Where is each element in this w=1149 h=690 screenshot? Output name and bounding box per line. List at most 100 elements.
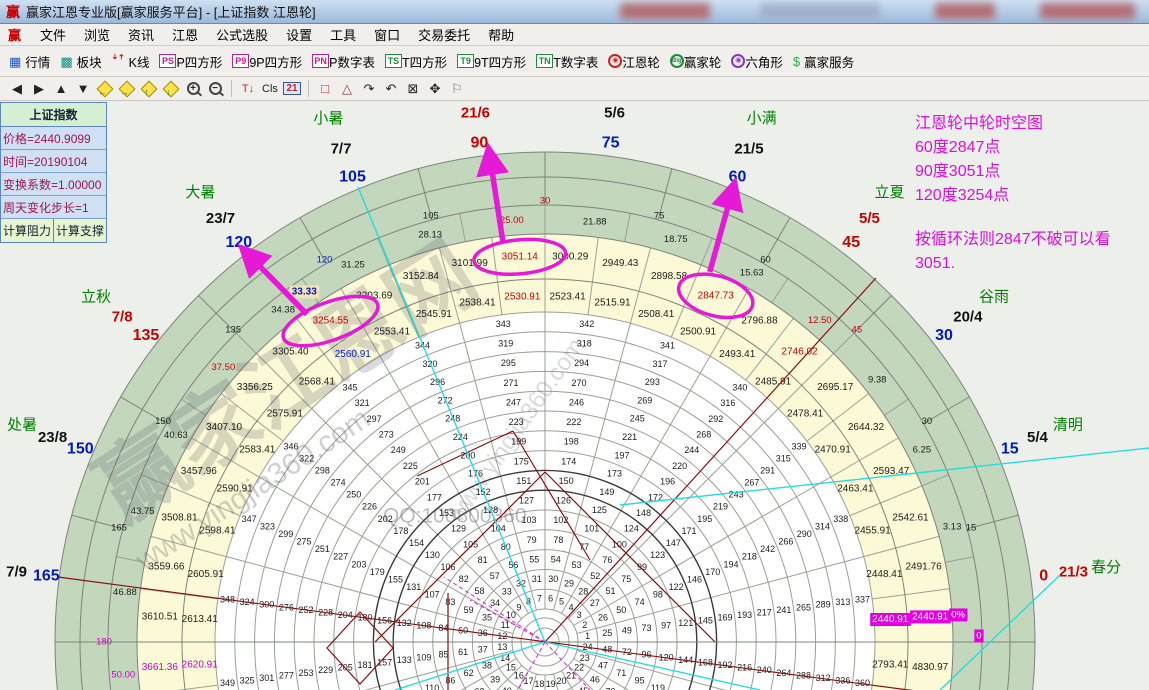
svg-text:3051.14: 3051.14: [502, 251, 539, 262]
flag-tool-button[interactable]: ⚐: [447, 79, 467, 98]
toolbar-button-K线[interactable]: ꜜꜛK线: [112, 52, 150, 71]
menu-item-设置[interactable]: 设置: [277, 23, 321, 46]
menu-item-资讯[interactable]: 资讯: [119, 23, 163, 46]
svg-text:219: 219: [713, 502, 728, 512]
triangle-tool-button[interactable]: △: [337, 79, 357, 98]
toolbar-label: 行情: [25, 52, 50, 71]
toolbar-button-六角形[interactable]: ◉六角形: [731, 52, 783, 71]
menu-item-交易委托[interactable]: 交易委托: [409, 23, 479, 46]
toolbar-button-P数字表[interactable]: PNP数字表: [312, 52, 375, 71]
svg-text:13: 13: [497, 642, 507, 652]
svg-text:3559.66: 3559.66: [148, 561, 185, 572]
svg-text:2530.91: 2530.91: [504, 291, 541, 302]
toolbar-button-行情[interactable]: ▦行情: [9, 52, 50, 71]
svg-text:194: 194: [724, 559, 739, 569]
svg-text:180: 180: [96, 637, 112, 648]
diamond-left-button[interactable]: ←: [95, 79, 115, 98]
svg-text:10: 10: [506, 610, 516, 620]
t-updown-button[interactable]: T↓: [238, 79, 258, 98]
forward-button[interactable]: ▶: [29, 79, 49, 98]
calc-support-button[interactable]: 计算支撑: [54, 219, 106, 242]
menu-item-浏览[interactable]: 浏览: [75, 23, 119, 46]
dollar-icon: $: [793, 55, 800, 68]
rotate-ccw-button[interactable]: ↶: [381, 79, 401, 98]
svg-text:133: 133: [397, 655, 412, 665]
svg-text:2560.91: 2560.91: [335, 349, 372, 360]
svg-text:245: 245: [630, 414, 645, 424]
svg-text:2440.91: 2440.91: [872, 614, 909, 625]
svg-text:22: 22: [574, 663, 584, 673]
toolbar-button-P四方形[interactable]: PSP四方形: [159, 52, 222, 71]
svg-text:323: 323: [260, 521, 275, 531]
svg-text:2949.43: 2949.43: [602, 258, 639, 269]
calendar-21-button[interactable]: 21: [282, 79, 302, 98]
toolbar-button-T数字表[interactable]: TNT数字表: [536, 52, 598, 71]
svg-text:150: 150: [67, 441, 94, 458]
svg-text:222: 222: [566, 417, 581, 427]
svg-text:171: 171: [682, 526, 697, 536]
quote-field: 价格=2440.9099: [1, 127, 106, 150]
resize-cross-button[interactable]: ✥: [425, 79, 445, 98]
svg-text:61: 61: [458, 647, 468, 657]
menu-item-窗口[interactable]: 窗口: [365, 23, 409, 46]
diamond-up-button[interactable]: ↑: [139, 79, 159, 98]
svg-text:86: 86: [445, 676, 455, 686]
menu-item-帮助[interactable]: 帮助: [479, 23, 523, 46]
menu-item-公式选股[interactable]: 公式选股: [207, 23, 277, 46]
toolbar-button-9P四方形[interactable]: P99P四方形: [232, 52, 302, 71]
blurred-region: [1040, 3, 1135, 19]
toolbar-button-江恩轮[interactable]: ◉江恩轮: [608, 52, 660, 71]
winner-wheel-icon: Big: [670, 54, 684, 68]
box-x-icon: ⊠: [408, 81, 419, 97]
zoom-in-button[interactable]: +: [183, 79, 203, 98]
svg-text:318: 318: [577, 339, 592, 349]
svg-text:2508.41: 2508.41: [638, 309, 675, 320]
svg-text:0: 0: [976, 630, 981, 641]
cursor-down-button[interactable]: ▼: [73, 79, 93, 98]
rotate-cw-button[interactable]: ↷: [359, 79, 379, 98]
svg-text:18: 18: [534, 679, 544, 689]
toolbar-separator: [308, 80, 309, 97]
svg-text:265: 265: [796, 602, 811, 612]
cursor-up-button[interactable]: ▲: [51, 79, 71, 98]
svg-text:2793.41: 2793.41: [872, 659, 909, 670]
svg-text:165: 165: [33, 568, 60, 585]
svg-text:29: 29: [564, 578, 574, 588]
rect-tool-button[interactable]: □: [315, 79, 335, 98]
svg-text:3661.36: 3661.36: [142, 662, 179, 673]
calc-resistance-button[interactable]: 计算阻力: [1, 219, 54, 242]
svg-text:342: 342: [579, 319, 594, 329]
resize-cross-icon: ✥: [430, 81, 441, 97]
svg-text:30: 30: [935, 327, 953, 344]
svg-text:5/5: 5/5: [859, 210, 880, 227]
toolbar-button-赢家轮[interactable]: Big赢家轮: [670, 52, 722, 71]
box-x-button[interactable]: ⊠: [403, 79, 423, 98]
svg-text:227: 227: [333, 552, 348, 562]
diamond-right-button[interactable]: →: [117, 79, 137, 98]
toolbar-button-T四方形[interactable]: TST四方形: [385, 52, 447, 71]
svg-text:60: 60: [729, 169, 747, 186]
back-button[interactable]: ◀: [7, 79, 27, 98]
toolbar-button-9T四方形[interactable]: T99T四方形: [457, 52, 526, 71]
cls-button[interactable]: Cls: [260, 79, 280, 98]
zoom-out-button[interactable]: −: [205, 79, 225, 98]
svg-text:5/6: 5/6: [604, 105, 625, 122]
toolbar-button-板块[interactable]: ▩板块: [60, 52, 101, 71]
svg-text:23/7: 23/7: [206, 210, 235, 227]
svg-text:2583.41: 2583.41: [239, 444, 276, 455]
svg-text:75: 75: [602, 135, 620, 152]
menu-logo-icon: 赢: [8, 25, 21, 44]
svg-text:201: 201: [415, 477, 430, 487]
svg-text:3610.51: 3610.51: [142, 611, 179, 622]
svg-text:70: 70: [606, 687, 616, 690]
toolbar-button-赢家服务[interactable]: $赢家服务: [793, 52, 854, 71]
menu-item-江恩[interactable]: 江恩: [163, 23, 207, 46]
svg-text:154: 154: [409, 538, 424, 548]
svg-text:301: 301: [259, 673, 274, 683]
svg-text:17: 17: [524, 676, 534, 686]
menu-item-工具[interactable]: 工具: [321, 23, 365, 46]
svg-text:2605.91: 2605.91: [188, 569, 225, 580]
menu-item-文件[interactable]: 文件: [31, 23, 75, 46]
svg-text:78: 78: [553, 535, 563, 545]
diamond-down-button[interactable]: ↓: [161, 79, 181, 98]
